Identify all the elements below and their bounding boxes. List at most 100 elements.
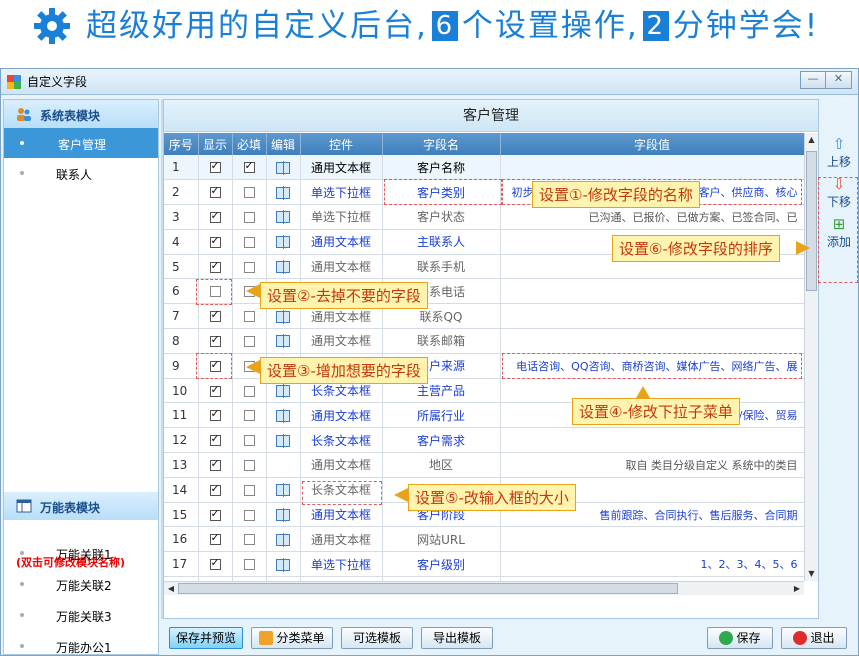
field-name-cell[interactable]: 网站URL (382, 526, 501, 553)
field-value-cell[interactable] (500, 303, 804, 330)
column-header[interactable]: 字段名 (382, 133, 501, 155)
scroll-up-arrow-icon[interactable]: ▲ (805, 133, 818, 147)
sidebar-item-customer-management[interactable]: 客户管理 (4, 128, 158, 158)
show-checkbox[interactable] (209, 457, 221, 471)
control-type-cell[interactable]: 通用文本框 (300, 502, 383, 528)
sidebar-item-universal-link-1[interactable]: 万能关联1 (4, 538, 158, 568)
required-checkbox[interactable] (243, 187, 255, 199)
control-type-cell[interactable]: 通用文本框 (300, 452, 383, 478)
edit-icon[interactable] (276, 309, 290, 324)
close-button[interactable]: ✕ (826, 71, 852, 89)
exit-button[interactable]: 退出 (781, 627, 847, 649)
field-name-cell[interactable]: 联系邮箱 (382, 328, 501, 354)
field-name-cell[interactable]: 客户名称 (382, 155, 501, 181)
required-checkbox[interactable] (243, 159, 255, 174)
minimize-button[interactable]: — (800, 71, 826, 89)
required-checkbox[interactable] (243, 509, 255, 521)
edit-icon[interactable] (276, 210, 290, 225)
required-checkbox[interactable] (243, 559, 255, 571)
edit-icon[interactable] (276, 235, 290, 250)
column-header[interactable]: 序号 (164, 133, 199, 155)
control-type-cell[interactable]: 单选下拉框 (300, 204, 383, 230)
field-name-cell[interactable]: 所属行业 (382, 402, 501, 429)
control-type-cell[interactable]: 通用文本框 (300, 328, 383, 354)
edit-icon[interactable] (276, 508, 290, 523)
show-checkbox[interactable] (209, 507, 221, 521)
scroll-thumb[interactable] (178, 583, 678, 594)
control-type-cell[interactable]: 通用文本框 (300, 155, 383, 181)
table-row[interactable]: 3 单选下拉框客户状态已沟通、已报价、已做方案、已签合同、已 (164, 204, 804, 230)
column-header[interactable]: 显示 (198, 133, 233, 155)
table-row[interactable]: 13 通用文本框地区取自 类目分级自定义 系统中的类目 (164, 452, 804, 478)
required-checkbox[interactable] (243, 261, 255, 273)
required-checkbox[interactable] (243, 311, 255, 323)
show-checkbox[interactable] (209, 333, 221, 347)
field-value-cell[interactable] (500, 427, 804, 454)
control-type-cell[interactable]: 通用文本框 (300, 526, 383, 553)
edit-icon[interactable] (276, 433, 290, 448)
optional-template-button[interactable]: 可选模板 (341, 627, 413, 649)
show-checkbox[interactable] (209, 234, 221, 248)
scroll-left-arrow-icon[interactable]: ◀ (164, 582, 178, 595)
column-header[interactable]: 编辑 (266, 133, 301, 155)
show-checkbox[interactable] (209, 407, 221, 422)
field-name-cell[interactable]: 客户状态 (382, 204, 501, 230)
show-checkbox[interactable] (209, 184, 221, 199)
control-type-cell[interactable]: 通用文本框 (300, 229, 383, 255)
required-checkbox[interactable] (243, 484, 255, 496)
table-row[interactable]: 1 通用文本框客户名称 (164, 155, 804, 181)
horizontal-scrollbar[interactable]: ◀ ▶ (164, 581, 804, 595)
field-name-cell[interactable]: 联系手机 (382, 254, 501, 280)
required-checkbox[interactable] (243, 385, 255, 397)
sidebar-item-universal-office-1[interactable]: 万能办公1 (4, 631, 158, 655)
show-checkbox[interactable] (209, 531, 221, 546)
save-and-preview-button[interactable]: 保存并预览 (169, 627, 243, 649)
scroll-thumb[interactable] (806, 151, 817, 291)
field-name-cell[interactable]: 客户级别 (382, 551, 501, 578)
sidebar-item-universal-link-3[interactable]: 万能关联3 (4, 600, 158, 630)
required-checkbox[interactable] (243, 410, 255, 422)
field-value-cell[interactable] (500, 155, 804, 181)
edit-icon[interactable] (276, 483, 290, 498)
field-value-cell[interactable]: 已沟通、已报价、已做方案、已签合同、已 (500, 204, 804, 230)
move-up-button[interactable]: ⇧ 上移 (821, 133, 857, 173)
control-type-cell[interactable]: 通用文本框 (300, 254, 383, 280)
table-row[interactable]: 12 长条文本框客户需求 (164, 427, 804, 454)
table-row[interactable]: 8 通用文本框联系邮箱 (164, 328, 804, 354)
field-value-cell[interactable]: 取自 类目分级自定义 系统中的类目 (500, 452, 804, 478)
control-type-cell[interactable]: 长条文本框 (300, 427, 383, 454)
table-row[interactable]: 16 通用文本框网站URL (164, 526, 804, 553)
edit-icon[interactable] (276, 334, 290, 349)
required-checkbox[interactable] (243, 534, 255, 546)
sidebar-item-universal-link-2[interactable]: 万能关联2 (4, 569, 158, 599)
show-checkbox[interactable] (209, 308, 221, 323)
category-menu-button[interactable]: 分类菜单 (251, 627, 333, 649)
scroll-right-arrow-icon[interactable]: ▶ (790, 582, 804, 595)
show-checkbox[interactable] (209, 209, 221, 223)
edit-icon[interactable] (276, 260, 290, 275)
edit-icon[interactable] (276, 160, 290, 175)
vertical-scrollbar[interactable]: ▲ ▼ (804, 133, 818, 581)
edit-icon[interactable] (276, 185, 290, 200)
control-type-cell[interactable]: 通用文本框 (300, 402, 383, 429)
column-header[interactable]: 必填 (232, 133, 267, 155)
show-checkbox[interactable] (209, 482, 221, 496)
show-checkbox[interactable] (209, 259, 221, 273)
control-type-cell[interactable]: 单选下拉框 (300, 179, 383, 206)
scroll-down-arrow-icon[interactable]: ▼ (805, 567, 818, 581)
show-checkbox[interactable] (209, 432, 221, 447)
field-value-cell[interactable] (500, 526, 804, 553)
show-checkbox[interactable] (209, 556, 221, 571)
export-template-button[interactable]: 导出模板 (421, 627, 493, 649)
save-button[interactable]: 保存 (707, 627, 773, 649)
control-type-cell[interactable]: 单选下拉框 (300, 551, 383, 578)
field-value-cell[interactable]: 1、2、3、4、5、6 (500, 551, 804, 578)
table-row[interactable]: 17 单选下拉框客户级别1、2、3、4、5、6 (164, 551, 804, 578)
edit-icon[interactable] (276, 532, 290, 547)
edit-icon[interactable] (276, 408, 290, 423)
required-checkbox[interactable] (243, 335, 255, 347)
required-checkbox[interactable] (243, 211, 255, 223)
sidebar-item-contacts[interactable]: 联系人 (4, 158, 158, 188)
field-value-cell[interactable] (500, 328, 804, 354)
edit-icon[interactable] (276, 384, 290, 399)
